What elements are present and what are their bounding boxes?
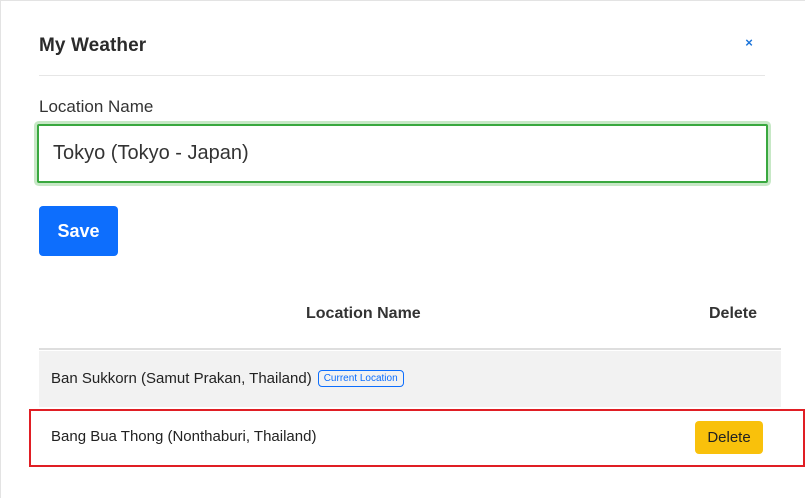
location-name-text: Ban Sukkorn (Samut Prakan, Thailand) <box>51 370 312 387</box>
table-row: Bang Bua Thong (Nonthaburi, Thailand) De… <box>39 409 781 465</box>
location-name-input[interactable] <box>37 124 768 183</box>
save-button[interactable]: Save <box>39 206 118 256</box>
location-name-label: Location Name <box>39 97 154 116</box>
location-cell: Bang Bua Thong (Nonthaburi, Thailand) <box>51 428 317 445</box>
table-header-divider <box>39 348 781 350</box>
close-icon[interactable]: × <box>739 31 759 55</box>
delete-button[interactable]: Delete <box>695 421 763 454</box>
dialog-header: My Weather <box>39 31 765 76</box>
column-header-location-name: Location Name <box>306 305 421 322</box>
my-weather-dialog: My Weather × Location Name Save Location… <box>0 0 805 498</box>
dialog-title: My Weather <box>39 35 147 56</box>
table-row: Ban Sukkorn (Samut Prakan, Thailand) Curr… <box>39 351 781 407</box>
location-cell: Ban Sukkorn (Samut Prakan, Thailand) Curr… <box>51 370 404 387</box>
current-location-badge: Current Location <box>317 370 404 387</box>
column-header-delete: Delete <box>709 305 758 322</box>
